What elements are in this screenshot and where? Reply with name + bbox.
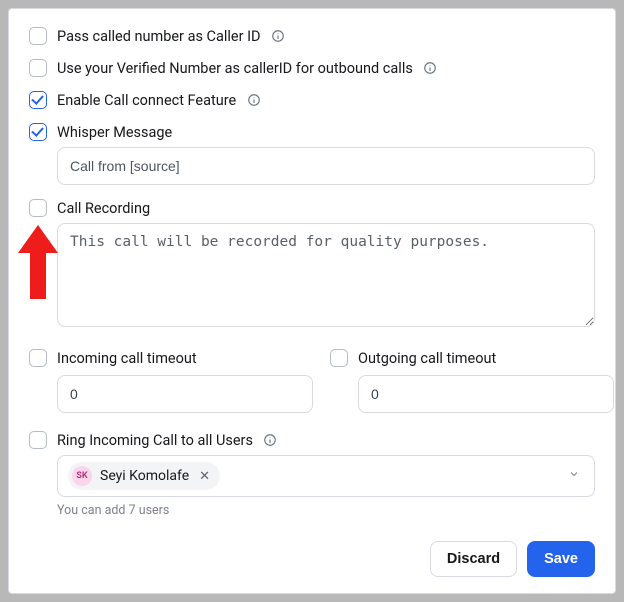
- option-whisper: Whisper Message: [29, 123, 595, 141]
- outgoing-timeout-label[interactable]: Outgoing call timeout: [358, 350, 496, 367]
- call-connect-label[interactable]: Enable Call connect Feature: [57, 92, 236, 109]
- recording-label[interactable]: Call Recording: [57, 200, 150, 217]
- user-select[interactable]: SK Seyi Komolafe ✕: [57, 455, 595, 497]
- option-verified-number: Use your Verified Number as callerID for…: [29, 59, 595, 77]
- option-outgoing-timeout: Outgoing call timeout: [330, 349, 595, 413]
- chevron-down-icon[interactable]: [568, 468, 584, 484]
- whisper-label[interactable]: Whisper Message: [57, 124, 172, 141]
- whisper-checkbox[interactable]: [29, 123, 47, 141]
- discard-button[interactable]: Discard: [430, 541, 517, 577]
- user-select-hint: You can add 7 users: [57, 503, 595, 518]
- info-icon[interactable]: [271, 29, 286, 44]
- user-chip: SK Seyi Komolafe ✕: [68, 462, 220, 490]
- settings-panel: Pass called number as Caller ID Use your…: [8, 8, 616, 594]
- option-incoming-timeout: Incoming call timeout: [29, 349, 294, 413]
- option-call-connect: Enable Call connect Feature: [29, 91, 595, 109]
- option-recording: Call Recording: [29, 199, 595, 217]
- verified-number-checkbox[interactable]: [29, 59, 47, 77]
- pass-caller-id-checkbox[interactable]: [29, 27, 47, 45]
- verified-number-label[interactable]: Use your Verified Number as callerID for…: [57, 60, 413, 77]
- info-icon[interactable]: [263, 433, 278, 448]
- user-chip-name: Seyi Komolafe: [100, 468, 189, 484]
- pass-caller-id-label[interactable]: Pass called number as Caller ID: [57, 28, 261, 45]
- save-button[interactable]: Save: [527, 541, 595, 577]
- recording-checkbox[interactable]: [29, 199, 47, 217]
- option-ring-all: Ring Incoming Call to all Users: [29, 431, 595, 449]
- incoming-timeout-checkbox[interactable]: [29, 349, 47, 367]
- ring-all-checkbox[interactable]: [29, 431, 47, 449]
- option-pass-caller-id: Pass called number as Caller ID: [29, 27, 595, 45]
- incoming-timeout-label[interactable]: Incoming call timeout: [57, 350, 197, 367]
- outgoing-timeout-checkbox[interactable]: [330, 349, 348, 367]
- incoming-timeout-input[interactable]: [57, 375, 313, 413]
- call-connect-checkbox[interactable]: [29, 91, 47, 109]
- whisper-input[interactable]: [57, 147, 595, 185]
- recording-textarea[interactable]: [57, 223, 595, 327]
- info-icon[interactable]: [246, 93, 261, 108]
- chip-remove-icon[interactable]: ✕: [197, 469, 210, 484]
- avatar: SK: [72, 466, 92, 486]
- outgoing-timeout-input[interactable]: [358, 375, 614, 413]
- footer-actions: Discard Save: [430, 541, 595, 577]
- info-icon[interactable]: [423, 61, 438, 76]
- ring-all-label[interactable]: Ring Incoming Call to all Users: [57, 432, 253, 449]
